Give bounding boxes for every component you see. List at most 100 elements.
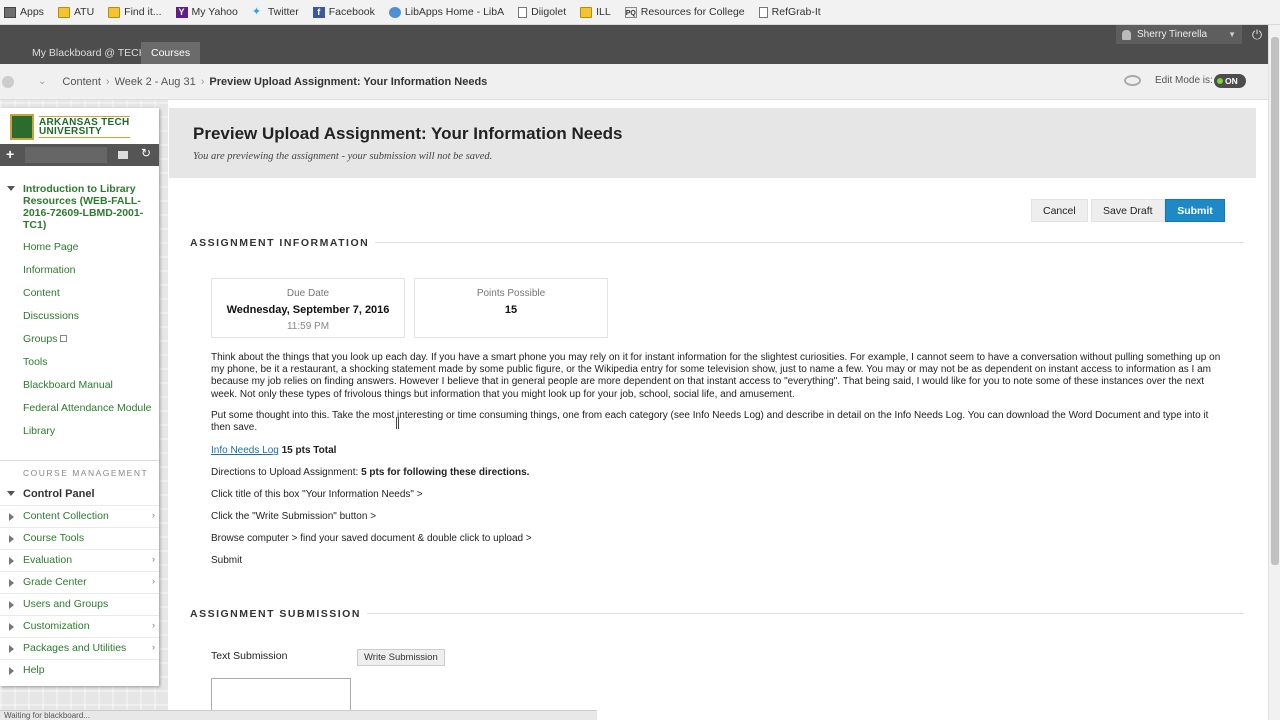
eye-icon[interactable] xyxy=(1124,75,1141,86)
sidebar-item-information[interactable]: Information xyxy=(23,264,76,276)
control-panel-item-customization[interactable]: Customization › xyxy=(0,615,159,637)
breadcrumb-separator: › xyxy=(105,75,110,88)
chevron-down-icon: ▼ xyxy=(1228,30,1236,39)
assignment-submission-heading: ASSIGNMENT SUBMISSION xyxy=(190,608,361,620)
step-1: Click title of this box "Your Informatio… xyxy=(211,489,423,500)
breadcrumb-content[interactable]: Content xyxy=(62,76,101,88)
folder-icon xyxy=(580,6,593,18)
cancel-button[interactable]: Cancel xyxy=(1031,199,1088,222)
expand-triangle-icon xyxy=(9,579,14,587)
user-icon xyxy=(1122,29,1131,40)
control-panel-item-grade-center[interactable]: Grade Center › xyxy=(0,571,159,593)
course-menu-toolbar: + ↻ xyxy=(0,144,159,166)
pq-icon: PQ xyxy=(624,6,637,18)
write-submission-button[interactable]: Write Submission xyxy=(357,649,445,666)
control-panel-item-users-and-groups[interactable]: Users and Groups xyxy=(0,593,159,615)
breadcrumb-week[interactable]: Week 2 - Aug 31 xyxy=(115,76,196,88)
user-name: Sherry Tinerella xyxy=(1137,29,1208,40)
scrollbar-thumb[interactable] xyxy=(1271,37,1279,565)
menu-field[interactable] xyxy=(25,147,107,163)
assignment-information-heading: ASSIGNMENT INFORMATION xyxy=(190,237,370,249)
page-icon xyxy=(518,6,528,18)
seal-icon xyxy=(10,114,34,140)
points-possible-box: Points Possible 15 xyxy=(414,278,608,338)
bookmark-ill[interactable]: ILL xyxy=(580,6,611,18)
points-possible-label: Points Possible xyxy=(476,288,546,299)
sidebar-item-home-page[interactable]: Home Page xyxy=(23,241,78,253)
expand-triangle-icon xyxy=(9,557,14,565)
collapse-triangle-icon[interactable] xyxy=(7,186,15,191)
bookmark-refgrab-it[interactable]: RefGrab-It xyxy=(758,6,821,18)
course-title[interactable]: Introduction to Library Resources (WEB-F… xyxy=(23,183,147,231)
directions-line: Directions to Upload Assignment: 5 pts f… xyxy=(211,467,530,478)
edit-mode-toggle[interactable]: ON xyxy=(1214,74,1246,88)
expand-triangle-icon xyxy=(9,513,14,521)
bookmark-apps[interactable]: Apps xyxy=(4,6,44,18)
breadcrumb: Content › Week 2 - Aug 31 › Preview Uplo… xyxy=(62,76,487,88)
control-panel-item-content-collection[interactable]: Content Collection › xyxy=(0,505,159,527)
page-header: Preview Upload Assignment: Your Informat… xyxy=(169,108,1256,178)
collapse-triangle-icon[interactable] xyxy=(7,491,15,496)
course-menu: ARKANSAS TECH UNIVERSITY + ↻ Introduction… xyxy=(0,108,159,686)
sidebar-item-blackboard-manual[interactable]: Blackboard Manual xyxy=(23,379,113,391)
step-3: Browse computer > find your saved docume… xyxy=(211,533,532,544)
course-management-heading: COURSE MANAGEMENT xyxy=(23,468,149,478)
breadcrumb-current: Preview Upload Assignment: Your Informat… xyxy=(209,75,488,88)
refresh-icon[interactable]: ↻ xyxy=(141,146,151,160)
control-panel-item-course-tools[interactable]: Course Tools xyxy=(0,527,159,549)
expand-triangle-icon xyxy=(9,623,14,631)
external-link-icon xyxy=(60,335,68,342)
page-scrollbar[interactable] xyxy=(1268,25,1280,720)
due-date-box: Due Date Wednesday, September 7, 2016 11… xyxy=(211,278,405,338)
sidebar-item-content[interactable]: Content xyxy=(23,287,60,299)
edit-mode-label: Edit Mode is: xyxy=(1155,75,1213,86)
bookmarks-bar: Apps ATU Find it... Y My Yahoo ✦ Twitter f… xyxy=(0,0,1280,25)
bookmark-atu[interactable]: ATU xyxy=(57,6,94,18)
sidebar-item-federal-attendance[interactable]: Federal Attendance Module xyxy=(23,402,151,414)
control-panel-item-packages-and-utilities[interactable]: Packages and Utilities › xyxy=(0,637,159,659)
info-needs-log-link[interactable]: Info Needs Log xyxy=(211,445,279,456)
breadcrumb-separator: › xyxy=(200,75,205,88)
sidebar-item-groups[interactable]: Groups xyxy=(23,333,68,345)
divider xyxy=(0,460,159,461)
pin-icon[interactable] xyxy=(2,75,14,88)
instructions-paragraph-1: Think about the things that you look up … xyxy=(211,352,1221,400)
twitter-icon: ✦ xyxy=(251,5,262,18)
submit-button[interactable]: Submit xyxy=(1165,199,1225,222)
libapps-icon xyxy=(388,6,401,18)
chevron-down-icon[interactable]: ⌄ xyxy=(38,76,46,87)
status-bar: Waiting for blackboard... xyxy=(0,710,597,720)
user-menu[interactable]: Sherry Tinerella ▼ xyxy=(1116,25,1242,44)
sidebar-item-discussions[interactable]: Discussions xyxy=(23,310,79,322)
add-menu-item-icon[interactable]: + xyxy=(6,146,14,162)
apps-grid-icon xyxy=(4,6,16,18)
control-panel-item-help[interactable]: Help xyxy=(0,659,159,681)
bookmark-my-yahoo[interactable]: Y My Yahoo xyxy=(175,6,238,18)
bookmark-libapps[interactable]: LibApps Home - LibA xyxy=(388,6,504,18)
tab-courses[interactable]: Courses xyxy=(141,42,201,64)
bookmark-diigolet[interactable]: Diigolet xyxy=(518,6,566,18)
text-submission-label: Text Submission xyxy=(211,650,288,662)
due-date-value: Wednesday, September 7, 2016 xyxy=(226,304,390,316)
save-draft-button[interactable]: Save Draft xyxy=(1091,199,1165,222)
bookmark-facebook[interactable]: f Facebook xyxy=(312,6,375,18)
control-panel-item-evaluation[interactable]: Evaluation › xyxy=(0,549,159,571)
divider xyxy=(375,242,1244,243)
divider xyxy=(367,613,1244,614)
bookmark-find-it[interactable]: Find it... xyxy=(108,6,162,18)
page-icon xyxy=(758,6,768,18)
step-4: Submit xyxy=(211,555,243,566)
bookmark-twitter[interactable]: ✦ Twitter xyxy=(252,6,299,18)
folder-icon xyxy=(57,6,70,18)
sidebar-item-tools[interactable]: Tools xyxy=(23,356,48,368)
bookmark-resources-for-college[interactable]: PQ Resources for College xyxy=(624,6,745,18)
yahoo-icon: Y xyxy=(175,6,188,18)
sidebar-item-library[interactable]: Library xyxy=(23,425,55,437)
control-panel-heading[interactable]: Control Panel xyxy=(23,488,95,500)
logout-power-icon[interactable]: ⏻ xyxy=(1246,25,1268,44)
toggle-dot xyxy=(1217,78,1223,84)
folder-view-icon[interactable] xyxy=(118,151,128,159)
due-time-value: 11:59 PM xyxy=(286,321,330,332)
tab-my-blackboard[interactable]: My Blackboard @ TECH xyxy=(22,42,156,64)
facebook-icon: f xyxy=(312,6,325,18)
